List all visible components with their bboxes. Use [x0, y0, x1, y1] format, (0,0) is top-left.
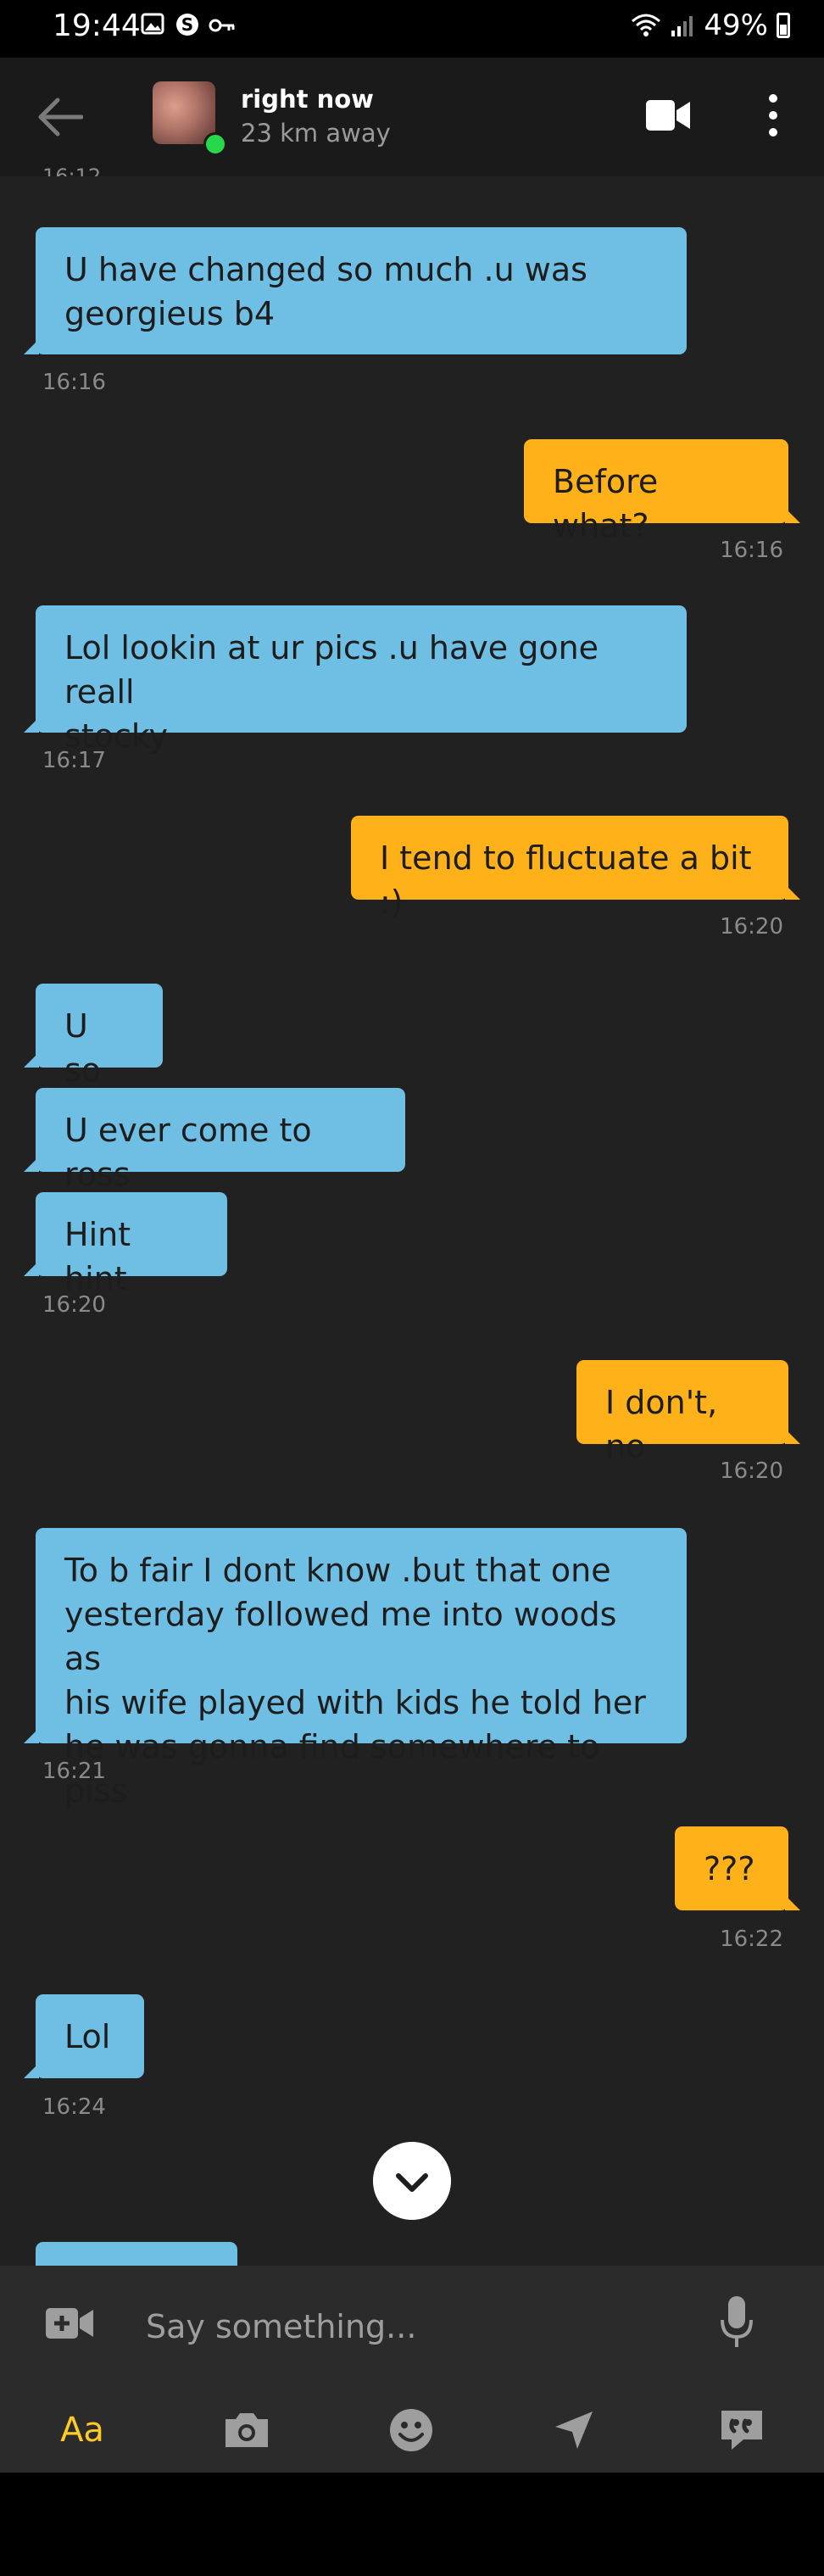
avatar[interactable]: [153, 81, 215, 144]
battery-percent: 49%: [704, 8, 768, 42]
message-line: I tend to fluctuate a bit :): [380, 839, 752, 921]
microphone-icon[interactable]: [719, 2294, 754, 2350]
message-line: georgieus b4: [64, 295, 276, 332]
message-timestamp: 16:20: [42, 1292, 106, 1318]
back-arrow-icon[interactable]: [36, 95, 83, 139]
message-line: he was gonna find somewhere to piss: [64, 1728, 600, 1809]
vpn-key-icon: [209, 19, 235, 32]
location-arrow-icon: [555, 2412, 593, 2449]
shazam-icon: S: [176, 14, 198, 36]
outgoing-message[interactable]: Before what?: [524, 439, 800, 544]
message-line: To b fair I dont know .but that one: [64, 1552, 611, 1589]
message-line: stocky: [64, 717, 168, 755]
message-line: U so: [64, 1007, 102, 1089]
incoming-message[interactable]: Lol: [24, 1994, 144, 2078]
status-bar: 19:44 S 49%: [0, 0, 824, 58]
message-input[interactable]: [144, 2296, 690, 2357]
message-line: Lol: [64, 2018, 111, 2055]
message-timestamp: 16:21: [42, 1759, 106, 1784]
incoming-message[interactable]: Lol lookin at ur pics .u have gone reall…: [24, 605, 687, 755]
incoming-message[interactable]: U ever come to ross: [24, 1088, 405, 1193]
incoming-message[interactable]: U have changed so much .u was georgieus …: [24, 227, 687, 354]
text-mode-button[interactable]: Aa: [53, 2405, 112, 2456]
message-line: his wife played with kids he told her: [64, 1684, 646, 1721]
outgoing-message[interactable]: I tend to fluctuate a bit :): [351, 816, 800, 921]
message-timestamp: 16:22: [720, 1926, 783, 1952]
message-line: Before what?: [553, 463, 659, 544]
message-line: ???: [704, 1850, 755, 1887]
outgoing-message[interactable]: ???: [675, 1826, 800, 1910]
saved-phrases-button[interactable]: [712, 2405, 771, 2456]
wifi-icon: [632, 14, 661, 36]
quote-bubble-icon: [721, 2411, 762, 2450]
camera-icon: [225, 2413, 268, 2447]
send-location-button[interactable]: [544, 2405, 604, 2456]
outgoing-message[interactable]: I don't, no: [576, 1360, 800, 1465]
gallery-icon: [141, 13, 164, 35]
system-navigation-bar: [0, 2473, 824, 2576]
message-timestamp: 16:20: [720, 914, 783, 940]
incoming-message[interactable]: To b fair I dont know .but that one yest…: [24, 1528, 687, 1809]
video-add-icon[interactable]: [46, 2305, 93, 2342]
message-timestamp: 16:20: [720, 1458, 783, 1484]
message-composer: [0, 2266, 824, 2388]
video-call-icon[interactable]: [644, 95, 692, 136]
status-right: 49%: [631, 8, 790, 42]
incoming-message[interactable]: Hint hint: [24, 1192, 227, 1297]
message-line: U ever come to ross: [64, 1112, 312, 1193]
signal-icon: [671, 16, 693, 36]
message-line: Hint hint: [64, 1216, 131, 1297]
emoji-button[interactable]: [381, 2405, 441, 2456]
scroll-to-bottom-button[interactable]: [373, 2142, 451, 2220]
svg-text:S: S: [181, 14, 193, 35]
more-options-icon[interactable]: [756, 92, 790, 139]
composer-toolbar: Aa: [0, 2388, 824, 2473]
message-timestamp: 16:12: [42, 164, 102, 176]
message-line: U have changed so much .u was: [64, 251, 587, 288]
message-line: Lol lookin at ur pics .u have gone reall: [64, 629, 599, 711]
message-line: yesterday followed me into woods as: [64, 1596, 617, 1677]
incoming-message[interactable]: U so: [24, 984, 163, 1089]
contact-distance: 23 km away: [241, 119, 391, 148]
message-timestamp: 16:17: [42, 748, 106, 773]
message-timestamp: 16:16: [42, 370, 106, 395]
chat-header: right now 23 km away: [0, 58, 824, 176]
message-line: I don't, no: [605, 1384, 718, 1465]
message-timestamp: 16:24: [42, 2094, 106, 2120]
online-status-dot: [203, 132, 227, 156]
camera-button[interactable]: [217, 2405, 276, 2456]
contact-name[interactable]: right now: [241, 85, 374, 114]
status-time: 19:44: [53, 8, 141, 43]
message-timestamp: 16:16: [720, 538, 783, 563]
battery-icon: [777, 13, 790, 38]
emoji-icon: [390, 2409, 432, 2451]
